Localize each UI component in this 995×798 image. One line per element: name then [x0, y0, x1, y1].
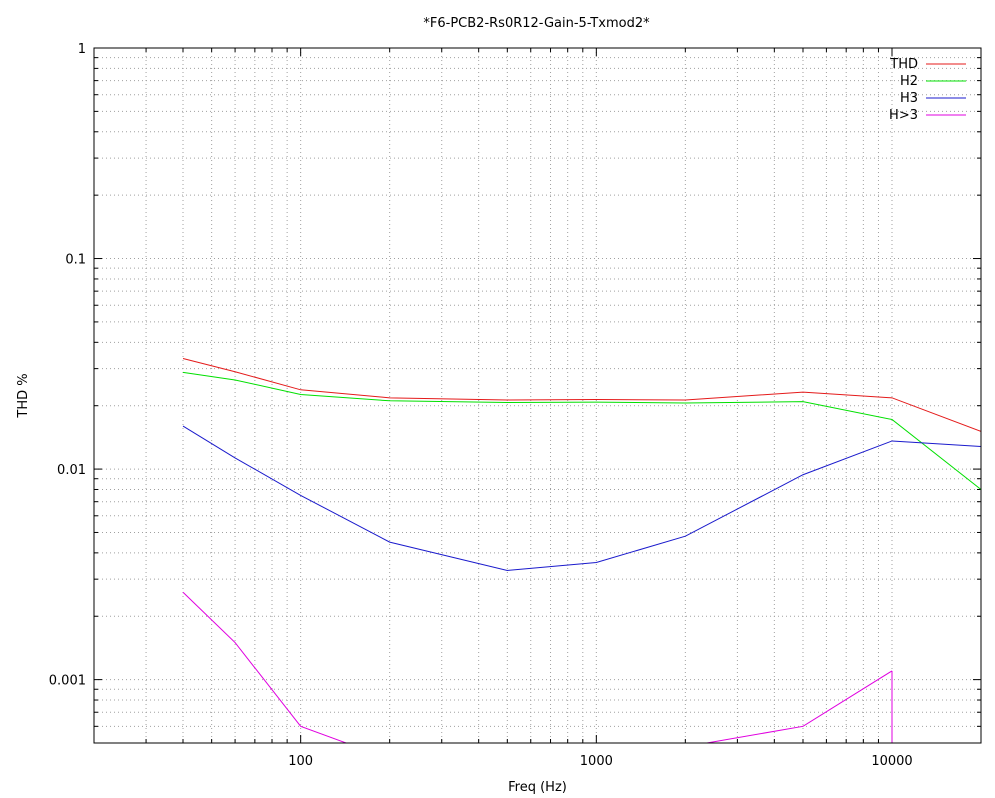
y-tick-label: 0.1 [65, 253, 86, 268]
y-tick-label: 0.001 [49, 674, 86, 689]
chart-title: *F6-PCB2-Rs0R12-Gain-5-Txmod2* [423, 16, 650, 31]
x-tick-label: 1000 [580, 754, 613, 769]
x-tick-label: 10000 [871, 754, 912, 769]
legend-label: THD [889, 57, 918, 72]
y-tick-label: 0.01 [57, 463, 86, 478]
x-axis-label: Freq (Hz) [508, 780, 567, 795]
legend-label: H>3 [889, 108, 918, 123]
series-lines [182, 358, 981, 743]
legend-label: H3 [900, 91, 918, 106]
series-line-h3 [182, 425, 981, 571]
y-tick-label: 1 [78, 42, 86, 57]
thd-chart: 100 1000 10000 0.001 0.01 0.1 1 *F6-PCB2-Rs0R1… [16, 16, 982, 795]
series-line-h-3 [182, 591, 348, 743]
x-tick-label: 100 [288, 754, 313, 769]
series-line-h-3 [703, 670, 893, 743]
y-axis-label: THD % [16, 373, 31, 418]
legend: THD H2 H3 H>3 [889, 57, 966, 123]
legend-label: H2 [900, 74, 918, 89]
